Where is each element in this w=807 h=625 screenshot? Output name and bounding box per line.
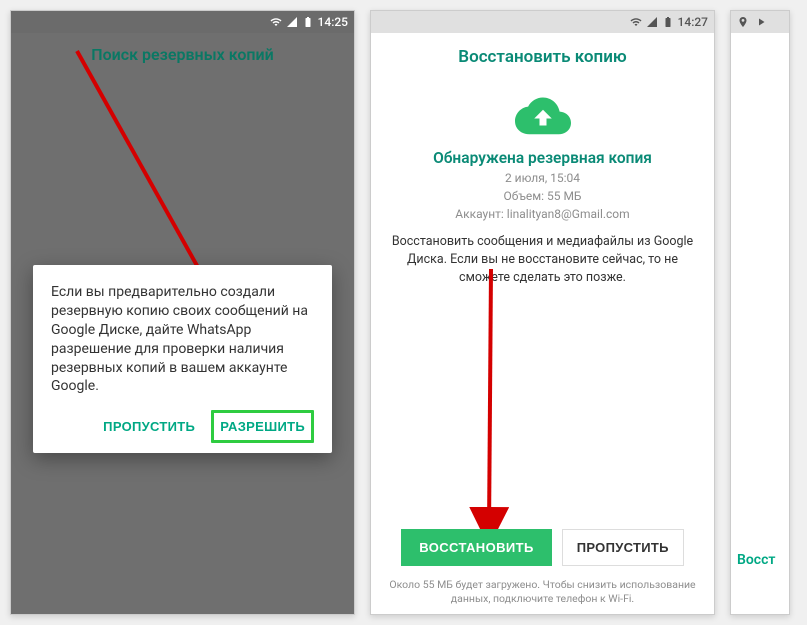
- page-title: Поиск резервных копий: [11, 33, 354, 76]
- backup-date: 2 июля, 15:04: [371, 171, 714, 185]
- battery-icon: [662, 16, 674, 28]
- wifi-icon: [270, 16, 282, 28]
- allow-button[interactable]: РАЗРЕШИТЬ: [211, 410, 314, 443]
- battery-icon: [302, 16, 314, 28]
- phone-screen-1: 14:25 Поиск резервных копий Если вы пред…: [10, 10, 355, 615]
- backup-size: Объем: 55 МБ: [371, 189, 714, 203]
- screen-body: Поиск резервных копий Если вы предварите…: [11, 33, 354, 614]
- location-icon: [737, 16, 749, 28]
- signal-icon: [286, 16, 298, 28]
- wifi-icon: [630, 16, 642, 28]
- footnote-text: Около 55 МБ будет загружено. Чтобы снизи…: [371, 578, 714, 606]
- status-bar: 14:27: [371, 11, 714, 33]
- screen-body: Восст: [731, 33, 789, 614]
- backup-found-title: Обнаружена резервная копия: [371, 149, 714, 167]
- action-row: ВОССТАНОВИТЬ ПРОПУСТИТЬ: [371, 529, 714, 566]
- permission-dialog: Если вы предварительно создали резервную…: [33, 265, 332, 453]
- dialog-message: Если вы предварительно создали резервную…: [51, 283, 314, 396]
- text-fragment: Восст: [737, 552, 775, 568]
- play-icon: [755, 16, 767, 28]
- backup-account: Аккаунт: linalityan8@Gmail.com: [371, 207, 714, 221]
- dialog-actions: ПРОПУСТИТЬ РАЗРЕШИТЬ: [51, 410, 314, 443]
- phone-screen-2: 14:27 Восстановить копию Обнаружена резе…: [370, 10, 715, 615]
- status-bar: 14:25: [11, 11, 354, 33]
- status-time: 14:27: [678, 15, 708, 29]
- annotation-arrow: [441, 263, 521, 553]
- restore-button[interactable]: ВОССТАНОВИТЬ: [401, 529, 551, 566]
- page-title: Восстановить копию: [371, 33, 714, 77]
- restore-description: Восстановить сообщения и медиафайлы из G…: [371, 221, 714, 287]
- phone-screen-3-cropped: Восст: [730, 10, 790, 615]
- skip-button[interactable]: ПРОПУСТИТЬ: [562, 529, 684, 566]
- status-bar: [731, 11, 789, 33]
- skip-button[interactable]: ПРОПУСТИТЬ: [95, 410, 203, 443]
- screen-body: Восстановить копию Обнаружена резервная …: [371, 33, 714, 614]
- status-time: 14:25: [318, 15, 348, 29]
- cloud-upload-icon: [371, 95, 714, 139]
- signal-icon: [646, 16, 658, 28]
